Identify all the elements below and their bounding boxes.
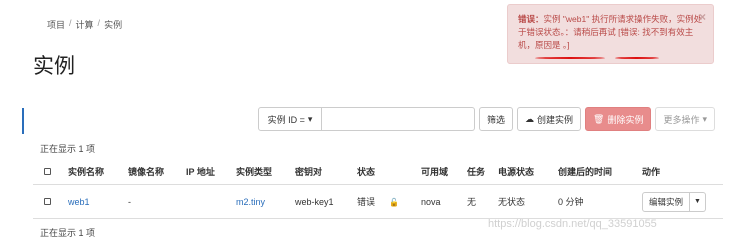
breadcrumb-item-compute[interactable]: 计算 [76,18,94,31]
header-az[interactable]: 可用域 [421,165,467,178]
row-checkbox[interactable] [44,197,51,205]
header-actions: 动作 [642,167,661,177]
cell-keypair: web-key1 [295,196,334,207]
cell-status: 错误 🔓 [357,195,421,208]
instances-table: 实例名称 镜像名称 IP 地址 实例类型 密钥对 状态 可用域 任务 电源状态 … [33,159,723,219]
watermark: https://blog.csdn.net/qq_33591055 [488,218,657,230]
edit-instance-button[interactable]: 编辑实例 [642,191,691,212]
delete-instance-button[interactable]: 🗑 删除实例 [585,107,652,131]
caret-down-icon: ▾ [702,113,708,124]
create-instance-label: 创建实例 [537,114,574,125]
select-all-checkbox[interactable] [44,167,51,175]
header-image[interactable]: 镜像名称 [128,165,186,178]
caret-down-icon: ▼ [694,198,701,205]
active-section-indicator [22,108,24,134]
header-task[interactable]: 任务 [467,165,498,178]
header-age[interactable]: 创建后的时间 [558,165,642,178]
cell-actions: 编辑实例 ▼ [642,191,722,212]
flavor-link[interactable]: m2.tiny [236,197,295,207]
close-icon[interactable]: × [699,11,706,24]
cell-age: 0 分钟 [558,197,584,207]
header-ip[interactable]: IP 地址 [186,165,236,178]
breadcrumb-item-instances: 实例 [104,20,123,30]
item-count-top: 正在显示 1 项 [40,144,96,154]
header-name[interactable]: 实例名称 [68,165,128,178]
more-actions-label: 更多操作 [663,114,700,125]
cell-image: - [128,196,131,207]
alert-title: 错误： [518,14,544,24]
row-action-group: 编辑实例 ▼ [642,191,722,212]
cell-az: nova [421,196,441,207]
lock-icon: 🔓 [389,198,399,207]
cell-power: 无状态 [498,197,526,207]
row-select-cell [33,197,68,207]
filter-input[interactable] [322,107,475,131]
table-header: 实例名称 镜像名称 IP 地址 实例类型 密钥对 状态 可用域 任务 电源状态 … [33,159,723,185]
more-actions-button[interactable]: 更多操作 ▾ [655,107,716,131]
select-all-cell [33,167,68,177]
item-count-bottom: 正在显示 1 项 [40,228,96,238]
delete-instance-label: 删除实例 [607,114,644,125]
breadcrumb: 项目 / 计算 / 实例 [47,18,122,31]
filter-field-select[interactable]: 实例 ID = ▾ [258,107,322,131]
annotation-underline-no-host [535,57,605,59]
table-toolbar: 实例 ID = ▾ 筛选 ☁ 创建实例 🗑 删除实例 更多操作 ▾ [258,107,716,131]
header-status[interactable]: 状态 [357,165,421,178]
cloud-upload-icon: ☁ [525,113,535,124]
filter-field-label: 实例 ID = [267,114,305,125]
header-power[interactable]: 电源状态 [498,165,558,178]
alert-message: 实例 "web1" 执行所请求操作失败，实例处于错误状态。：请稍后再试 [错误:… [518,14,703,50]
status-text: 错误 [357,197,376,207]
cell-task: 无 [467,197,477,207]
header-keypair[interactable]: 密钥对 [295,165,357,178]
trash-icon: 🗑 [593,113,605,124]
row-actions-dropdown[interactable]: ▼ [690,191,707,212]
annotation-underline-reason [615,57,659,59]
breadcrumb-separator: / [69,18,72,28]
create-instance-button[interactable]: ☁ 创建实例 [517,107,582,131]
page-title: 实例 [33,55,75,78]
instance-name-link[interactable]: web1 [68,197,128,207]
error-alert: × 错误：实例 "web1" 执行所请求操作失败，实例处于错误状态。：请稍后再试… [507,4,714,64]
caret-down-icon: ▾ [307,113,313,124]
header-flavor[interactable]: 实例类型 [236,165,295,178]
filter-button[interactable]: 筛选 [479,107,514,131]
breadcrumb-item-project[interactable]: 项目 [47,18,65,31]
filter-button-label: 筛选 [487,114,506,125]
breadcrumb-separator: / [97,18,101,28]
table-row: web1 - m2.tiny web-key1 错误 🔓 nova 无 无状态 0… [33,185,723,219]
